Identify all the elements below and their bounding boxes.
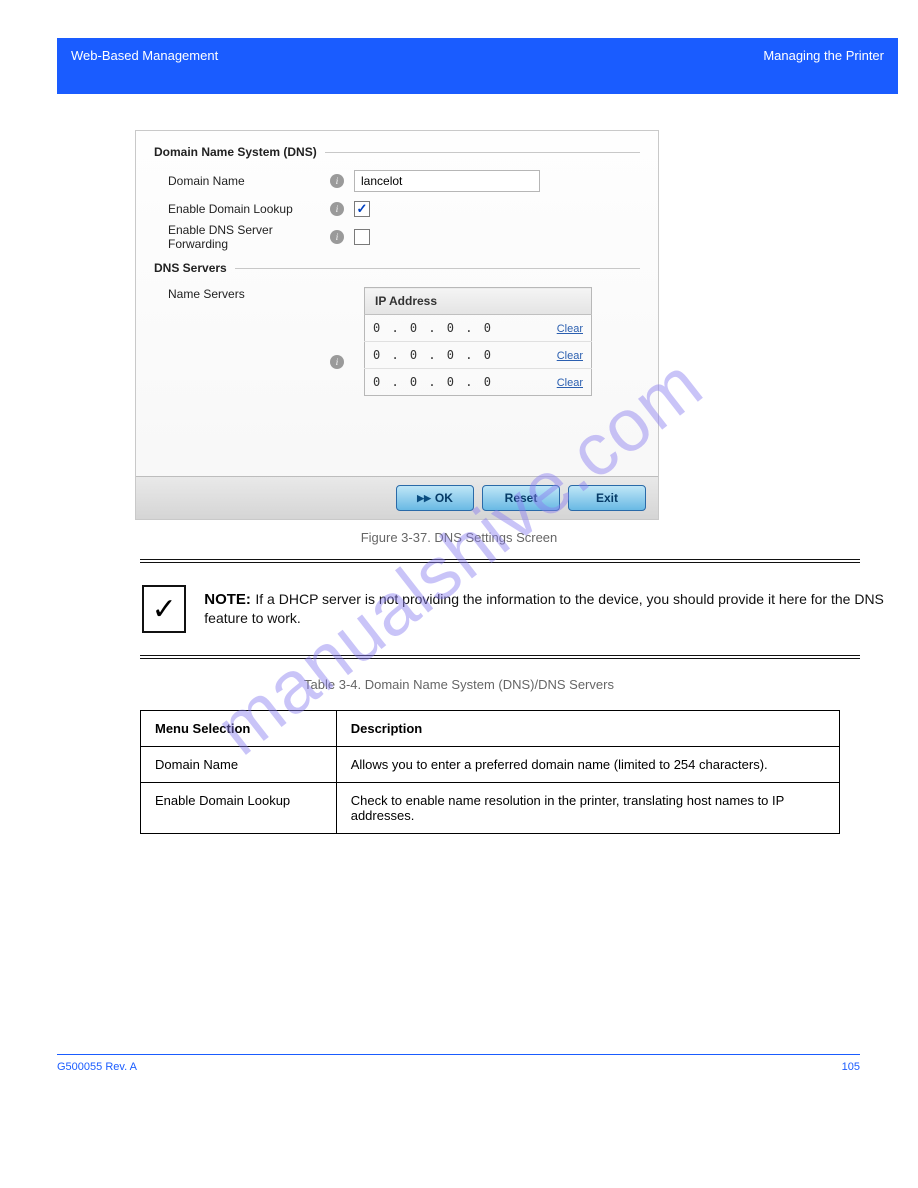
note-text: If a DHCP server is not providing the in… xyxy=(204,591,884,626)
checkmark-icon: ✓ xyxy=(142,585,186,633)
header-right: Managing the Printer xyxy=(763,48,884,63)
ok-button-label: OK xyxy=(435,491,453,505)
header-left: Web-Based Management xyxy=(71,48,218,63)
table-row: Enable Domain Lookup Check to enable nam… xyxy=(141,783,840,834)
info-icon[interactable]: i xyxy=(330,174,344,188)
table-row: 0 . 0 . 0 . 0 Clear xyxy=(365,342,592,369)
cell-desc: Allows you to enter a preferred domain n… xyxy=(336,747,839,783)
ip-cell[interactable]: 0 . 0 . 0 . 0 xyxy=(365,342,538,369)
play-icon: ▶▶ xyxy=(417,493,431,504)
info-icon[interactable]: i xyxy=(330,355,344,369)
row-name-servers: Name Servers i IP Address 0 . 0 . 0 . 0 … xyxy=(154,283,640,396)
divider xyxy=(140,655,860,659)
dns-settings-panel: Domain Name System (DNS) Domain Name i E… xyxy=(135,130,659,520)
clear-link[interactable]: Clear xyxy=(557,323,583,335)
ip-cell[interactable]: 0 . 0 . 0 . 0 xyxy=(365,315,538,342)
exit-button[interactable]: Exit xyxy=(568,485,646,511)
section-dns-title: Domain Name System (DNS) xyxy=(154,145,640,159)
footer-left: G500055 Rev. A xyxy=(57,1061,137,1073)
dns-description-table: Menu Selection Description Domain Name A… xyxy=(140,710,840,834)
exit-button-label: Exit xyxy=(596,491,618,505)
ip-cell[interactable]: 0 . 0 . 0 . 0 xyxy=(365,369,538,396)
section-dns-servers-title: DNS Servers xyxy=(154,261,640,275)
cell-menu: Domain Name xyxy=(141,747,337,783)
row-domain-name: Domain Name i xyxy=(154,167,640,195)
col-menu-selection: Menu Selection xyxy=(141,711,337,747)
clear-link[interactable]: Clear xyxy=(557,377,583,389)
table-row: 0 . 0 . 0 . 0 Clear xyxy=(365,315,592,342)
cell-menu: Enable Domain Lookup xyxy=(141,783,337,834)
note-label: NOTE: xyxy=(204,591,251,608)
row-enable-forwarding: Enable DNS Server Forwarding i xyxy=(154,223,640,251)
checkbox-enable-lookup[interactable] xyxy=(354,201,370,217)
name-servers-table: IP Address 0 . 0 . 0 . 0 Clear 0 . 0 . 0… xyxy=(364,287,592,396)
checkbox-enable-forwarding[interactable] xyxy=(354,229,370,245)
row-enable-lookup: Enable Domain Lookup i xyxy=(154,195,640,223)
ok-button[interactable]: ▶▶ OK xyxy=(396,485,474,511)
reset-button[interactable]: Reset xyxy=(482,485,560,511)
col-description: Description xyxy=(336,711,839,747)
divider xyxy=(140,559,860,563)
note-row: ✓ NOTE: If a DHCP server is not providin… xyxy=(142,585,918,633)
table-caption: Table 3-4. Domain Name System (DNS)/DNS … xyxy=(0,677,918,692)
page-header: Web-Based Management Managing the Printe… xyxy=(57,38,898,94)
info-icon[interactable]: i xyxy=(330,230,344,244)
ip-address-header: IP Address xyxy=(365,288,592,315)
label-domain-name: Domain Name xyxy=(154,174,330,188)
cell-desc: Check to enable name resolution in the p… xyxy=(336,783,839,834)
info-icon[interactable]: i xyxy=(330,202,344,216)
label-enable-lookup: Enable Domain Lookup xyxy=(154,202,330,216)
clear-link[interactable]: Clear xyxy=(557,350,583,362)
table-row: Domain Name Allows you to enter a prefer… xyxy=(141,747,840,783)
table-row: 0 . 0 . 0 . 0 Clear xyxy=(365,369,592,396)
label-enable-forwarding: Enable DNS Server Forwarding xyxy=(154,223,330,251)
reset-button-label: Reset xyxy=(505,491,538,505)
button-bar: ▶▶ OK Reset Exit xyxy=(136,476,658,519)
domain-name-input[interactable] xyxy=(354,170,540,192)
footer-right: 105 xyxy=(842,1061,860,1073)
figure-caption: Figure 3-37. DNS Settings Screen xyxy=(0,530,918,545)
page-footer: G500055 Rev. A 105 xyxy=(57,1054,860,1073)
label-name-servers: Name Servers xyxy=(154,283,330,301)
